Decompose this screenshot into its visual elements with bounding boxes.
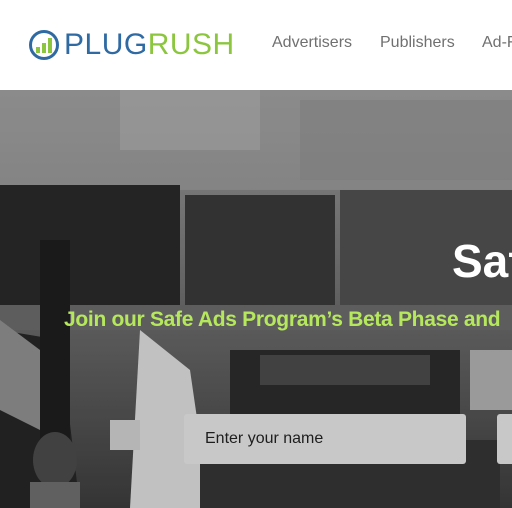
bar-chart-circle-icon <box>29 30 59 60</box>
plugrush-logo[interactable]: PLUGRUSH <box>28 28 235 62</box>
nav-publishers-link[interactable]: Publishers <box>380 34 455 52</box>
site-header: PLUGRUSH Advertisers Publishers Ad-F <box>0 0 512 90</box>
logo-text-rush: RUSH <box>147 28 235 61</box>
nav-ad-formats-link[interactable]: Ad-F <box>482 34 512 52</box>
logo-text-plug: PLUG <box>64 28 148 61</box>
email-input[interactable] <box>497 414 512 464</box>
logo-wordmark: PLUGRUSH <box>64 28 235 62</box>
hero-subtitle: Join our Safe Ads Program’s Beta Phase a… <box>64 308 501 331</box>
nav-advertisers-link[interactable]: Advertisers <box>272 34 352 52</box>
name-input[interactable] <box>184 414 466 464</box>
hero-section: Saf Join our Safe Ads Program’s Beta Pha… <box>0 90 512 508</box>
hero-title: Saf <box>452 235 512 287</box>
